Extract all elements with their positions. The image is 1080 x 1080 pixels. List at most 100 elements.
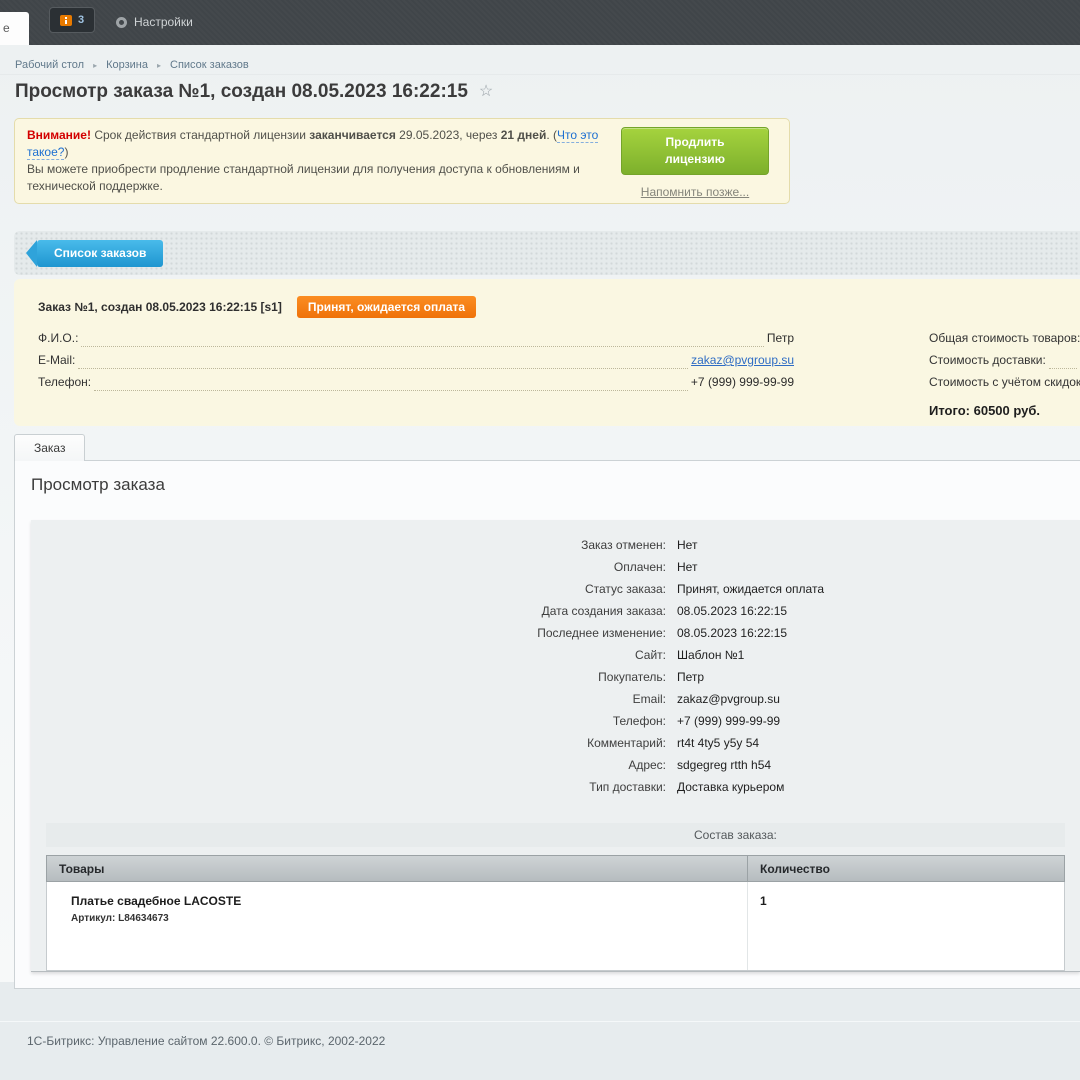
summary-costs: Общая стоимость товаров:Стоимость достав… bbox=[929, 325, 1080, 391]
basket-table: Товары Количество Платье свадебное LACOS… bbox=[46, 855, 1065, 971]
field-value: +7 (999) 999-99-99 bbox=[691, 375, 794, 391]
remind-later-link[interactable]: Напомнить позже... bbox=[641, 184, 749, 201]
property-value: 08.05.2023 16:22:15 bbox=[677, 626, 787, 640]
warning-text: 29.05.2023, через bbox=[396, 128, 501, 142]
property-label: Комментарий: bbox=[31, 736, 666, 750]
warning-text: ) bbox=[64, 145, 68, 159]
order-summary-columns: Ф.И.О.: ПетрE-Mail:zakaz@pvgroup.su Телефо… bbox=[38, 325, 1080, 418]
kv-list: Заказ отменен:НетОплачен:НетСтатус заказ… bbox=[31, 534, 1080, 798]
dotted-leader bbox=[94, 375, 688, 391]
cost-label: Общая стоимость товаров: bbox=[929, 331, 1080, 347]
breadcrumb-separator-icon: ▸ bbox=[157, 61, 161, 70]
property-value: Петр bbox=[677, 670, 704, 684]
summary-fields: Ф.И.О.: ПетрE-Mail:zakaz@pvgroup.su Телефо… bbox=[38, 325, 794, 418]
order-summary-head: Заказ №1, создан 08.05.2023 16:22:15 [s1… bbox=[38, 297, 1080, 317]
property-value: 08.05.2023 16:22:15 bbox=[677, 604, 787, 618]
license-warning-line2: Вы можете приобрести продление стандартн… bbox=[27, 161, 592, 195]
property-label: Тип доставки: bbox=[31, 780, 666, 794]
column-header-products: Товары bbox=[47, 856, 748, 881]
dotted-leader bbox=[78, 353, 688, 369]
order-property-row: Оплачен:Нет bbox=[31, 556, 1080, 578]
cost-row: Стоимость с учётом скидок: bbox=[929, 369, 1080, 391]
top-bar: e 3 Настройки bbox=[0, 0, 1080, 45]
breadcrumb-link[interactable]: Корзина bbox=[106, 59, 148, 71]
license-warning-line1: Внимание! Срок действия стандартной лице… bbox=[27, 127, 637, 161]
order-view-heading: Просмотр заказа bbox=[31, 475, 1080, 495]
order-view-panel: Просмотр заказа Заказ отменен:НетОплачен… bbox=[14, 460, 1080, 989]
notifications-icon bbox=[60, 15, 72, 26]
basket-row: Платье свадебное LACOSTE Артикул: L846346… bbox=[47, 882, 1064, 970]
basket-table-body: Платье свадебное LACOSTE Артикул: L846346… bbox=[46, 882, 1065, 971]
order-summary-box: Заказ №1, создан 08.05.2023 16:22:15 [s1… bbox=[14, 279, 1080, 426]
settings-label: Настройки bbox=[134, 15, 193, 29]
notifications-count: 3 bbox=[78, 14, 84, 26]
attention-label: Внимание! bbox=[27, 128, 91, 142]
page-title: Просмотр заказа №1, создан 08.05.2023 16… bbox=[15, 81, 1080, 103]
tabs-row: Заказ bbox=[14, 434, 1080, 461]
property-value: Принят, ожидается оплата bbox=[677, 582, 824, 596]
field-label: Телефон: bbox=[38, 375, 91, 391]
footer: 1С-Битрикс: Управление сайтом 22.600.0. … bbox=[0, 982, 1080, 1080]
summary-field-row: E-Mail:zakaz@pvgroup.su bbox=[38, 347, 794, 369]
field-label: Ф.И.О.: bbox=[38, 331, 78, 347]
order-list-button[interactable]: Список заказов bbox=[37, 240, 163, 267]
property-label: Заказ отменен: bbox=[31, 538, 666, 552]
cost-row: Стоимость доставки: bbox=[929, 347, 1080, 369]
warning-text: Срок действия стандартной лицензии bbox=[91, 128, 309, 142]
property-value: rt4t 4ty5 y5y 54 bbox=[677, 736, 759, 750]
basket-table-header: Товары Количество bbox=[46, 855, 1065, 882]
tab-order[interactable]: Заказ bbox=[14, 434, 85, 461]
property-value: Шаблон №1 bbox=[677, 648, 744, 662]
order-property-row: Тип доставки: Доставка курьером bbox=[31, 776, 1080, 798]
product-name: Платье свадебное LACOSTE bbox=[71, 894, 747, 908]
property-label: Email: bbox=[31, 692, 666, 706]
property-value: Доставка курьером bbox=[677, 780, 784, 794]
renew-license-button[interactable]: Продлить лицензию bbox=[621, 127, 769, 175]
footer-copyright: 1С-Битрикс: Управление сайтом 22.600.0. … bbox=[0, 1021, 1080, 1048]
settings-menu-item[interactable]: Настройки bbox=[116, 9, 193, 35]
property-label: Сайт: bbox=[31, 648, 666, 662]
site-tab-fragment[interactable]: e bbox=[0, 12, 29, 45]
order-property-row: Сайт: Шаблон №1 bbox=[31, 644, 1080, 666]
order-total: Итого: 60500 руб. bbox=[929, 403, 1080, 418]
order-property-row: Комментарий: rt4t 4ty5 y5y 54 bbox=[31, 732, 1080, 754]
order-view-content: Заказ отменен:НетОплачен:НетСтатус заказ… bbox=[31, 520, 1080, 972]
property-label: Дата создания заказа: bbox=[31, 604, 666, 618]
order-property-row: Покупатель: Петр bbox=[31, 666, 1080, 688]
property-label: Последнее изменение: bbox=[31, 626, 666, 640]
summary-costs-column: Общая стоимость товаров:Стоимость достав… bbox=[929, 325, 1080, 418]
property-label: Телефон: bbox=[31, 714, 666, 728]
warning-bold: 21 дней bbox=[501, 128, 547, 142]
favorite-star-icon[interactable]: ☆ bbox=[479, 81, 493, 103]
property-value: +7 (999) 999-99-99 bbox=[677, 714, 780, 728]
order-property-row: Адрес:sdgegreg rtth h54 bbox=[31, 754, 1080, 776]
license-actions: Продлить лицензию Напомнить позже... bbox=[621, 127, 769, 201]
basket-section-header: Состав заказа: bbox=[46, 823, 1065, 847]
breadcrumb-separator-icon: ▸ bbox=[93, 61, 97, 70]
context-toolbar: Список заказов bbox=[14, 231, 1080, 275]
property-value: Нет bbox=[677, 560, 697, 574]
field-value: Петр bbox=[767, 331, 794, 347]
breadcrumb: Рабочий стол ▸ Корзина ▸ Список заказов bbox=[0, 45, 1080, 75]
order-summary-title: Заказ №1, создан 08.05.2023 16:22:15 [s1… bbox=[38, 300, 282, 314]
main-content: Рабочий стол ▸ Корзина ▸ Список заказов Прос… bbox=[0, 45, 1080, 982]
summary-field-row: Ф.И.О.: Петр bbox=[38, 325, 794, 347]
product-article: Артикул: L84634673 bbox=[71, 913, 747, 924]
cost-label: Стоимость с учётом скидок: bbox=[929, 375, 1080, 391]
property-label: Покупатель: bbox=[31, 670, 666, 684]
column-header-quantity: Количество bbox=[748, 856, 1064, 881]
product-cell: Платье свадебное LACOSTE Артикул: L846346… bbox=[47, 882, 747, 970]
order-property-row: Телефон: +7 (999) 999-99-99 bbox=[31, 710, 1080, 732]
property-label: Адрес: bbox=[31, 758, 666, 772]
breadcrumb-link[interactable]: Рабочий стол bbox=[15, 59, 84, 71]
license-warning-box: Внимание! Срок действия стандартной лице… bbox=[14, 118, 790, 204]
order-property-row: Заказ отменен:Нет bbox=[31, 534, 1080, 556]
breadcrumb-link[interactable]: Список заказов bbox=[170, 59, 249, 71]
dotted-leader bbox=[81, 331, 764, 347]
order-property-row: Статус заказа: Принят, ожидается оплата bbox=[31, 578, 1080, 600]
quantity-cell: 1 bbox=[747, 882, 1064, 970]
property-label: Статус заказа: bbox=[31, 582, 666, 596]
field-value[interactable]: zakaz@pvgroup.su bbox=[691, 353, 794, 369]
notifications-counter-button[interactable]: 3 bbox=[49, 7, 95, 33]
order-status-badge: Принят, ожидается оплата bbox=[297, 296, 476, 318]
